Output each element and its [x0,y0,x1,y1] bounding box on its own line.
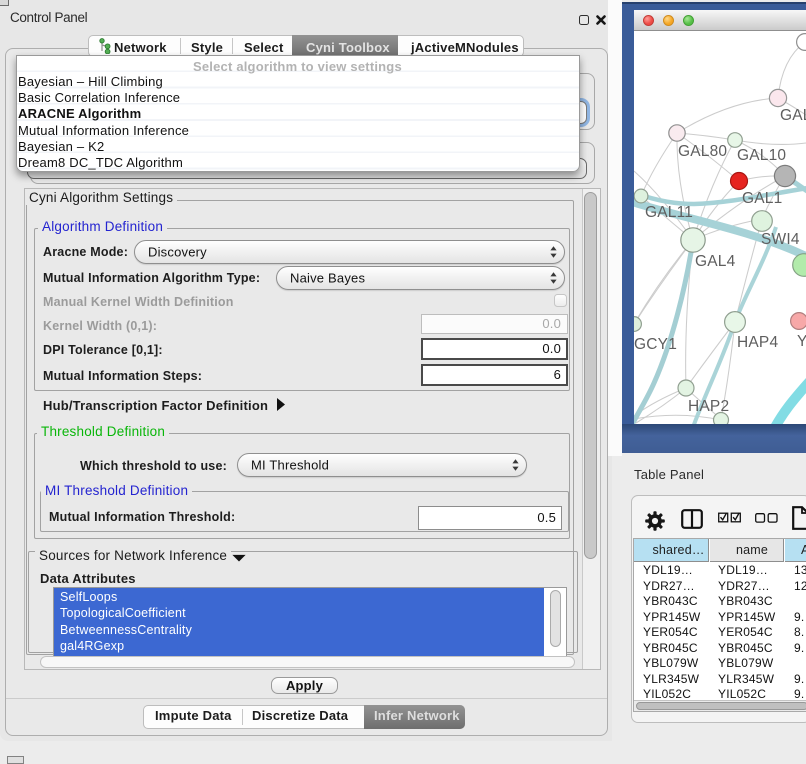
svg-text:SWI4: SWI4 [761,231,800,248]
svg-text:GCY1: GCY1 [634,336,677,353]
svg-text:HAP4: HAP4 [737,334,778,351]
svg-text:GAL1: GAL1 [742,190,782,207]
svg-text:HAP2: HAP2 [688,398,729,415]
svg-text:GAL10: GAL10 [737,147,786,164]
svg-text:Y: Y [797,333,806,350]
svg-text:GAL4: GAL4 [695,253,736,270]
svg-text:GAL80: GAL80 [678,143,727,160]
svg-text:GAL2: GAL2 [780,107,806,124]
svg-text:GAL11: GAL11 [645,204,693,221]
